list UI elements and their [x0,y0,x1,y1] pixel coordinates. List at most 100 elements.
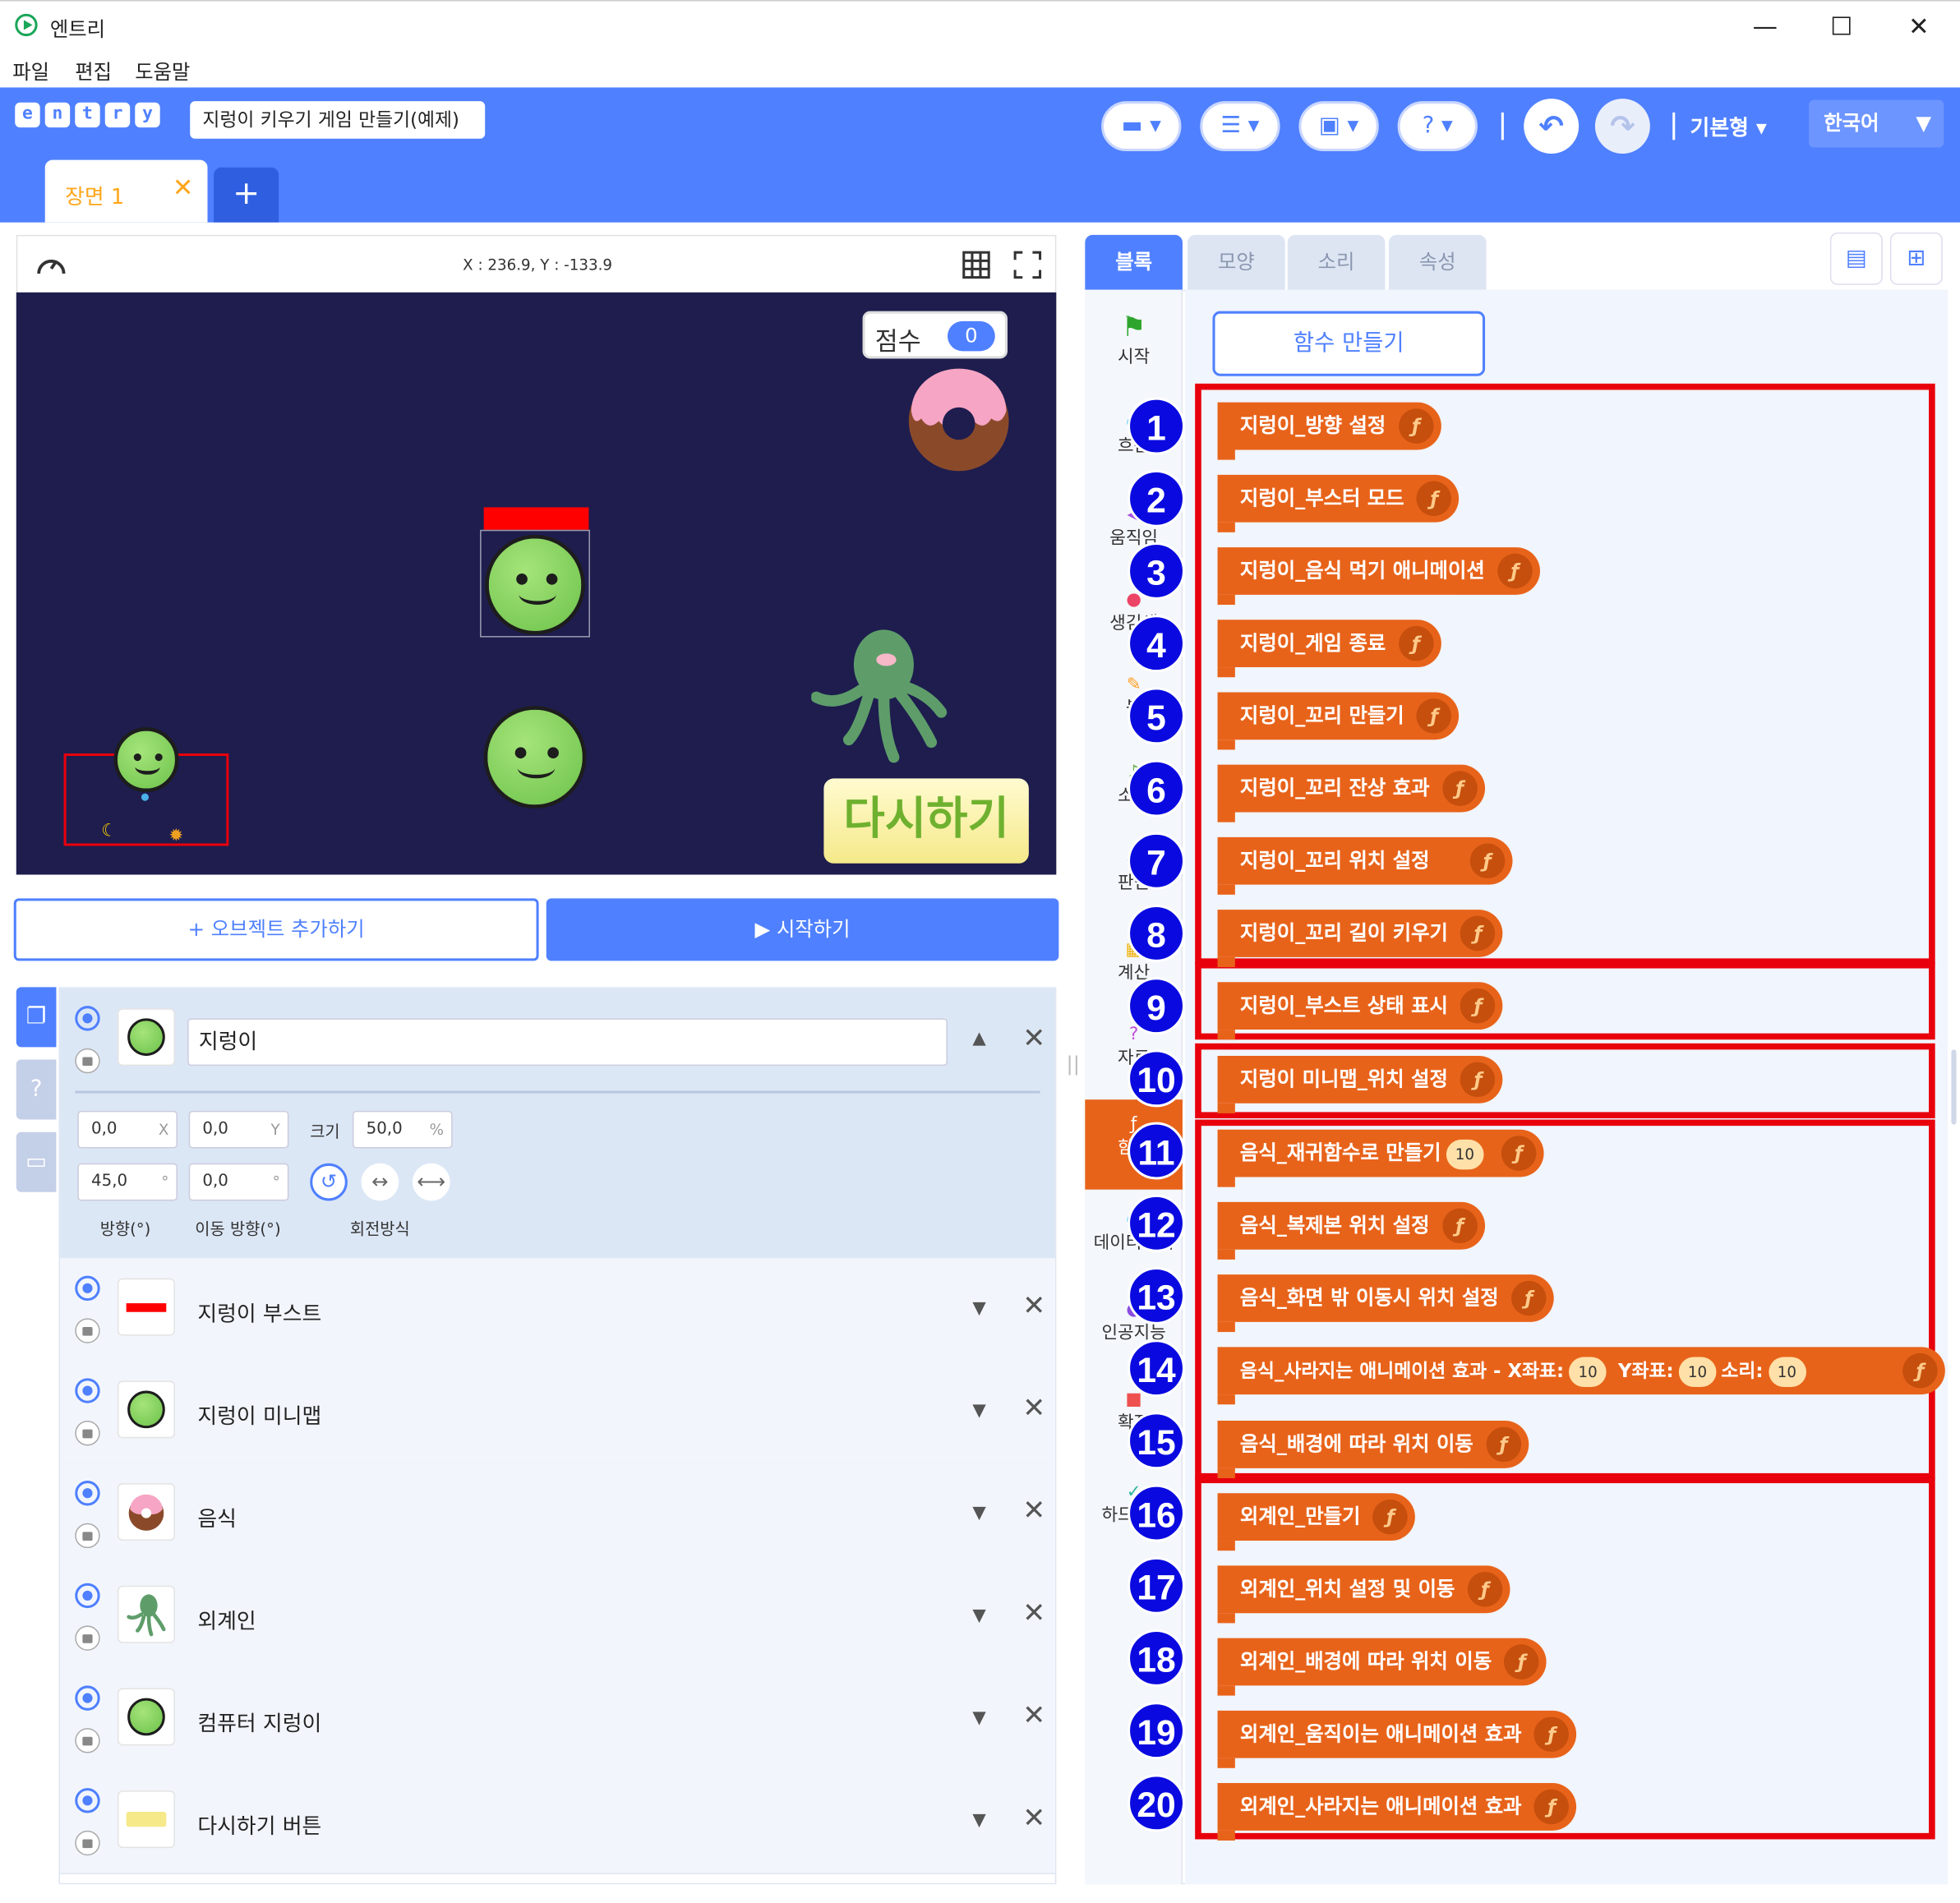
delete-object-icon[interactable]: ✕ [1022,1495,1045,1527]
help-tab[interactable]: ? [16,1059,57,1120]
add-object-button[interactable]: + 오브젝트 추가하기 [13,898,539,961]
param-pill[interactable]: 10 [1768,1357,1806,1387]
object-row-restart[interactable]: 다시하기 버튼 ▼ ✕ [60,1770,1055,1875]
document-dropdown-button[interactable]: ☰ ▾ [1200,101,1280,152]
visibility-eye-icon[interactable] [75,1583,100,1609]
function-block[interactable]: 외계인_움직이는 애니메이션 효과 ƒ [1217,1710,1577,1768]
tab-properties[interactable]: 속성 [1388,234,1487,290]
project-title-input[interactable]: 지렁이 키우기 게임 만들기(예제) [190,101,486,139]
computer-worm-sprite[interactable] [483,706,587,809]
minimize-button[interactable]: — [1740,9,1790,44]
visibility-eye-icon[interactable] [75,1685,100,1711]
param-pill[interactable]: 10 [1569,1357,1607,1387]
expand-icon[interactable]: ▼ [972,1708,985,1728]
function-block[interactable]: 지렁이_음식 먹기 애니메이션 ƒ [1217,547,1540,606]
function-block[interactable]: 지렁이_꼬리 만들기 ƒ [1217,692,1460,750]
minimap-worm-sprite[interactable] [113,727,179,793]
direction-input[interactable]: 45,0 ° [77,1163,178,1201]
navigation-dropdown-button[interactable]: ▬ ▾ [1101,101,1182,152]
tab-sounds[interactable]: 소리 [1287,234,1386,290]
category-start[interactable]: ⚑ 시작 [1085,312,1183,368]
scene-tab[interactable]: 장면 1 ✕ [44,159,208,223]
rotate-free-button[interactable]: ↺ [310,1163,348,1201]
selected-object-panel[interactable]: 지렁이 ▲ ✕ 0,0 X 0,0 Y 크기 50,0% 45,0 ° 0,0 ° ↺ … [60,988,1055,1259]
panel-resize-handle[interactable]: || [1066,1052,1079,1076]
object-name-input[interactable]: 지렁이 [187,1018,948,1067]
delete-object-icon[interactable]: ✕ [1022,1803,1045,1834]
function-block[interactable]: 외계인_위치 설정 및 이동 ƒ [1217,1565,1510,1624]
create-function-button[interactable]: 함수 만들기 [1212,311,1486,376]
function-block[interactable]: 지렁이_꼬리 위치 설정 ƒ [1217,836,1512,895]
menu-help[interactable]: 도움말 [135,55,190,85]
delete-object-icon[interactable]: ✕ [1022,1598,1045,1629]
comment-button[interactable]: ▤ [1829,232,1883,285]
expand-icon[interactable]: ▼ [972,1401,985,1421]
function-block[interactable]: 외계인_만들기 ƒ [1217,1493,1416,1551]
tab-blocks[interactable]: 블록 [1085,234,1183,290]
function-block[interactable]: 외계인_사라지는 애니메이션 효과 ƒ [1217,1783,1577,1841]
function-block[interactable]: 음식_복제본 위치 설정 ƒ [1217,1201,1485,1260]
object-row-boost[interactable]: 지렁이 부스트 ▼ ✕ [60,1258,1055,1362]
expand-icon[interactable]: ▼ [972,1298,985,1318]
language-select[interactable]: 한국어 ▼ [1809,99,1944,148]
function-block[interactable]: 음식_배경에 따라 위치 이동 ƒ [1217,1421,1529,1478]
visibility-eye-icon[interactable] [75,1006,100,1031]
console-tab[interactable]: ▭ [16,1131,57,1192]
start-button[interactable]: ▶ 시작하기 [546,898,1059,961]
function-block[interactable]: 지렁이_꼬리 길이 키우기 ƒ [1217,910,1503,968]
expand-icon[interactable]: ▼ [972,1810,985,1830]
maximize-button[interactable]: ☐ [1816,9,1866,44]
expand-icon[interactable]: ▼ [972,1606,985,1625]
function-block[interactable]: 지렁이_게임 종료 ƒ [1217,620,1441,678]
add-comment-button[interactable]: ⊞ [1889,232,1943,285]
scene-close-icon[interactable]: ✕ [173,173,194,202]
param-pill[interactable]: 10 [1678,1357,1717,1387]
rotate-horizontal-button[interactable]: ↔ [361,1163,399,1201]
save-dropdown-button[interactable]: ▣ ▾ [1298,101,1379,152]
collapse-icon[interactable]: ▲ [972,1029,985,1048]
function-block[interactable]: 지렁이 미니맵_위치 설정 ƒ [1217,1055,1503,1113]
delete-object-icon[interactable]: ✕ [1022,1701,1045,1732]
object-row-minimap[interactable]: 지렁이 미니맵 ▼ ✕ [60,1361,1055,1465]
function-block[interactable]: 지렁이_꼬리 잔상 효과 ƒ [1217,764,1485,822]
visibility-eye-icon[interactable] [75,1378,100,1403]
tab-shapes[interactable]: 모양 [1188,234,1285,290]
stage-canvas[interactable]: 점수 0 ☾ ✹ 다시하기 [16,292,1057,875]
redo-button[interactable]: ↷ [1594,99,1650,154]
undo-button[interactable]: ↶ [1524,99,1580,154]
object-row-computer-worm[interactable]: 컴퓨터 지렁이 ▼ ✕ [60,1668,1055,1772]
fullscreen-icon[interactable] [1012,250,1043,279]
function-block[interactable]: 음식_재귀함수로 만들기 10 ƒ [1217,1129,1544,1187]
menu-edit[interactable]: 편집 [75,55,112,85]
lock-icon[interactable] [75,1318,100,1343]
x-input[interactable]: 0,0 X [77,1110,178,1149]
rotate-none-button[interactable]: ⟷ [412,1163,450,1201]
object-row-alien[interactable]: 외계인 ▼ ✕ [60,1565,1055,1670]
add-scene-button[interactable]: + [214,167,279,223]
delete-object-icon[interactable]: ✕ [1022,1394,1045,1425]
restart-button-sprite[interactable]: 다시하기 [823,778,1029,864]
function-block[interactable]: 지렁이_방향 설정 ƒ [1217,402,1441,460]
delete-object-icon[interactable]: ✕ [1022,1291,1045,1322]
lock-icon[interactable] [75,1048,100,1074]
function-block[interactable]: 음식_사라지는 애니메이션 효과 - X좌표: 10 Y좌표: 10 소리: 10 ƒ [1217,1347,1945,1405]
grid-icon[interactable] [962,250,992,279]
function-block[interactable]: 음식_화면 밖 이동시 위치 설정 ƒ [1217,1274,1554,1333]
lock-icon[interactable] [75,1728,100,1753]
function-block[interactable]: 외계인_배경에 따라 위치 이동 ƒ [1217,1638,1547,1696]
visibility-eye-icon[interactable] [75,1275,100,1302]
visibility-eye-icon[interactable] [75,1788,100,1813]
donut-sprite[interactable] [902,361,1017,476]
worm-sprite[interactable] [485,534,585,635]
menu-file[interactable]: 파일 [12,55,49,85]
alien-sprite[interactable] [811,620,951,764]
help-dropdown-button[interactable]: ? ▾ [1397,101,1478,152]
move-direction-input[interactable]: 0,0 ° [188,1163,289,1201]
lock-icon[interactable] [75,1830,100,1856]
size-input[interactable]: 50,0% [352,1110,453,1149]
lock-icon[interactable] [75,1625,100,1651]
boost-bar-sprite[interactable] [483,507,589,530]
function-block[interactable]: 지렁이_부스터 모드 ƒ [1217,474,1460,532]
param-pill[interactable]: 10 [1446,1139,1484,1170]
function-block[interactable]: 지렁이_부스트 상태 표시 ƒ [1217,982,1503,1040]
